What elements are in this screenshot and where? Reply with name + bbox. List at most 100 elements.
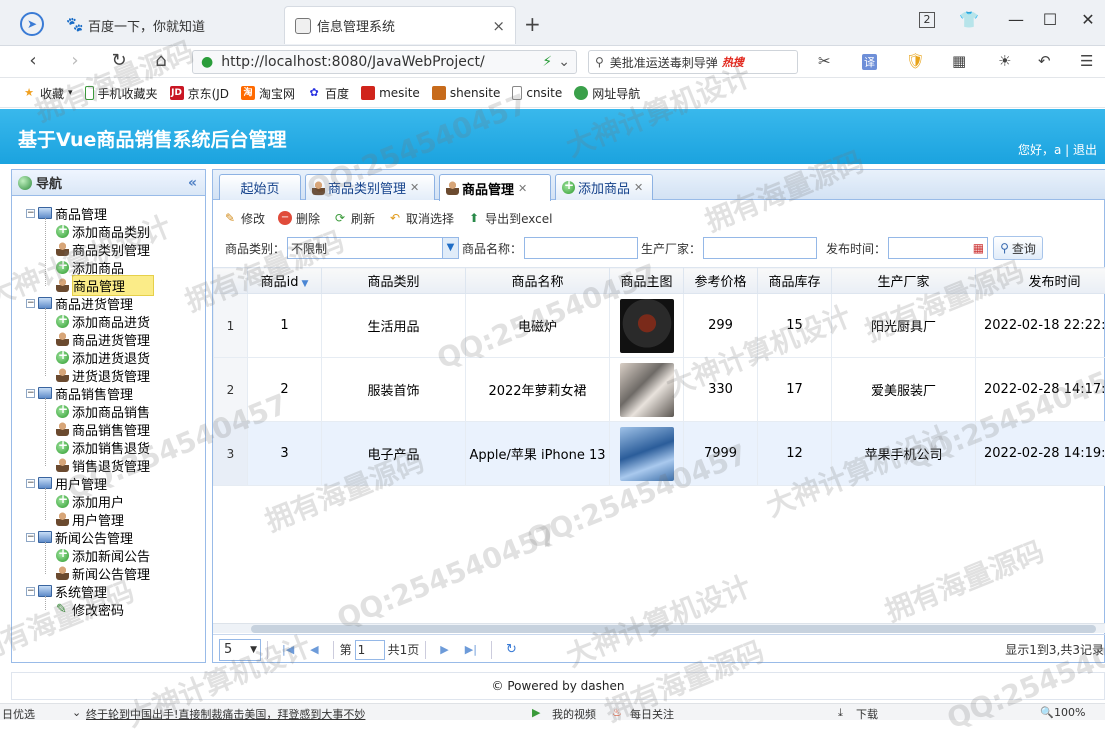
last-page-icon[interactable]: ▶| bbox=[465, 643, 477, 656]
bookmark-shensite[interactable]: shensite bbox=[432, 86, 501, 100]
product-name-input[interactable] bbox=[524, 237, 638, 259]
export-excel-button[interactable]: ⬆导出到excel bbox=[467, 210, 552, 227]
prev-page-icon[interactable]: ◀ bbox=[310, 643, 318, 656]
brightness-icon[interactable]: ☀ bbox=[998, 52, 1011, 70]
shield-icon[interactable]: 🛡 bbox=[906, 52, 925, 70]
column-header[interactable]: 生产厂家 bbox=[832, 268, 976, 294]
column-header[interactable]: 参考价格 bbox=[684, 268, 758, 294]
collapse-toggle-icon[interactable]: − bbox=[26, 587, 35, 596]
nav-item[interactable]: 商品进货管理 bbox=[56, 330, 150, 348]
nav-item[interactable]: 新闻公告管理 bbox=[56, 564, 150, 582]
calendar-icon[interactable]: ▦ bbox=[973, 241, 984, 255]
nav-item[interactable]: 商品销售管理 bbox=[56, 420, 150, 438]
home-icon[interactable]: ⌂ bbox=[148, 50, 174, 71]
new-tab-button[interactable]: + bbox=[524, 12, 541, 36]
browser-nav-icon[interactable]: ➤ bbox=[20, 12, 44, 36]
nav-item[interactable]: 添加商品进货 bbox=[56, 312, 150, 330]
page-size-select[interactable]: 5 ▼ bbox=[219, 639, 261, 661]
category-select[interactable]: 不限制 ▼ bbox=[287, 237, 459, 259]
chevron-down-icon[interactable]: ⌄ bbox=[558, 54, 570, 70]
chevron-down-icon[interactable]: ▼ bbox=[442, 238, 458, 258]
tab-add-product[interactable]: 添加商品✕ bbox=[555, 174, 653, 200]
browser-tab-active[interactable]: 信息管理系统 × bbox=[284, 6, 516, 44]
collapse-toggle-icon[interactable]: − bbox=[26, 389, 35, 398]
column-header[interactable]: 商品库存 bbox=[758, 268, 832, 294]
date-input[interactable]: ▦ bbox=[888, 237, 988, 259]
status-left[interactable]: 日优选 bbox=[2, 706, 35, 720]
scissors-icon[interactable]: ✂ bbox=[818, 52, 831, 70]
zoom-level[interactable]: 100% bbox=[1054, 706, 1085, 719]
browser-search-input[interactable]: ⚲ 美批准运送毒刺导弹 热搜 bbox=[588, 50, 798, 74]
unselect-button[interactable]: ↶取消选择 bbox=[388, 210, 454, 227]
tab-category-manage[interactable]: 商品类别管理✕ bbox=[305, 174, 435, 200]
nav-item[interactable]: 添加商品类别 bbox=[56, 222, 150, 240]
close-icon[interactable]: ✕ bbox=[410, 181, 419, 194]
nav-item[interactable]: 商品类别管理 bbox=[56, 240, 150, 258]
nav-group[interactable]: −商品管理 bbox=[26, 204, 107, 222]
column-header[interactable]: 商品id▼ bbox=[248, 268, 322, 294]
horizontal-scrollbar[interactable] bbox=[213, 623, 1105, 633]
refresh-button[interactable]: ⟳刷新 bbox=[333, 210, 375, 227]
nav-group[interactable]: −商品进货管理 bbox=[26, 294, 133, 312]
chevron-down-icon[interactable]: ⌄ bbox=[72, 706, 81, 719]
bookmark-favorites[interactable]: ★收藏▾ bbox=[22, 85, 73, 102]
menu-icon[interactable]: ☰ bbox=[1080, 52, 1093, 70]
collapse-toggle-icon[interactable]: − bbox=[26, 533, 35, 542]
table-row[interactable]: 11生活用品电磁炉29915阳光厨具厂2022-02-18 22:22:25 bbox=[214, 294, 1105, 358]
page-number-input[interactable]: 1 bbox=[355, 640, 385, 660]
daily-follow[interactable]: 每日关注 bbox=[630, 706, 674, 720]
collapse-toggle-icon[interactable]: − bbox=[26, 479, 35, 488]
nav-group[interactable]: −商品销售管理 bbox=[26, 384, 133, 402]
table-row[interactable]: 33电子产品Apple/苹果 iPhone 13799912苹果手机公司2022… bbox=[214, 422, 1105, 486]
undo-icon[interactable]: ↶ bbox=[1038, 52, 1051, 70]
bookmark-baidu[interactable]: ✿百度 bbox=[307, 85, 349, 102]
nav-item[interactable]: ✎修改密码 bbox=[56, 600, 124, 618]
collapse-icon[interactable]: « bbox=[188, 175, 197, 191]
shirt-icon[interactable]: 👕 bbox=[957, 10, 981, 29]
maker-input[interactable] bbox=[703, 237, 817, 259]
first-page-icon[interactable]: |◀ bbox=[282, 643, 294, 656]
bookmark-taobao[interactable]: 淘淘宝网 bbox=[241, 85, 295, 102]
edit-button[interactable]: ✎修改 bbox=[223, 210, 265, 227]
close-tab-icon[interactable]: × bbox=[492, 17, 505, 35]
logout-link[interactable]: 退出 bbox=[1073, 143, 1097, 157]
nav-group[interactable]: −用户管理 bbox=[26, 474, 107, 492]
bookmark-cnsite[interactable]: cnsite bbox=[512, 86, 562, 100]
close-window-icon[interactable]: ✕ bbox=[1076, 10, 1100, 29]
nav-item[interactable]: 销售退货管理 bbox=[56, 456, 150, 474]
tab-count-badge[interactable]: 2 bbox=[919, 12, 935, 28]
translate-icon[interactable]: 译 bbox=[862, 54, 877, 70]
reload-icon[interactable]: ↻ bbox=[106, 50, 132, 71]
nav-group[interactable]: −新闻公告管理 bbox=[26, 528, 133, 546]
nav-item[interactable]: 添加商品销售 bbox=[56, 402, 150, 420]
bookmark-mobile[interactable]: 手机收藏夹 bbox=[85, 85, 158, 102]
browser-tab-baidu[interactable]: 🐾 百度一下，你就知道 bbox=[56, 6, 280, 44]
nav-item[interactable]: 添加新闻公告 bbox=[56, 546, 150, 564]
bookmark-mesite[interactable]: mesite bbox=[361, 86, 420, 100]
lightning-icon[interactable]: ⚡ bbox=[542, 54, 552, 70]
news-ticker[interactable]: 终于轮到中国出手!直接制裁痛击美国，拜登感到大事不妙 bbox=[86, 706, 365, 720]
collapse-toggle-icon[interactable]: − bbox=[26, 299, 35, 308]
back-icon[interactable]: ‹ bbox=[20, 50, 46, 71]
nav-item[interactable]: 商品管理 bbox=[56, 276, 154, 294]
my-video[interactable]: 我的视频 bbox=[552, 706, 596, 720]
tab-home[interactable]: 起始页 bbox=[219, 174, 301, 200]
nav-item[interactable]: 添加销售退货 bbox=[56, 438, 150, 456]
table-row[interactable]: 22服装首饰2022年萝莉女裙33017爱美服装厂2022-02-28 14:1… bbox=[214, 358, 1105, 422]
column-header[interactable]: 商品主图 bbox=[610, 268, 684, 294]
nav-item[interactable]: 添加用户 bbox=[56, 492, 124, 510]
query-button[interactable]: ⚲ 查询 bbox=[993, 236, 1043, 260]
collapse-toggle-icon[interactable]: − bbox=[26, 209, 35, 218]
url-input[interactable]: ● http://localhost:8080/JavaWebProject/ … bbox=[192, 50, 577, 74]
download-label[interactable]: 下载 bbox=[856, 706, 878, 720]
nav-item[interactable]: 用户管理 bbox=[56, 510, 124, 528]
maximize-icon[interactable]: ☐ bbox=[1038, 10, 1062, 29]
nav-group[interactable]: −系统管理 bbox=[26, 582, 107, 600]
next-page-icon[interactable]: ▶ bbox=[440, 643, 448, 656]
nav-item[interactable]: 添加商品 bbox=[56, 258, 124, 276]
delete-button[interactable]: −删除 bbox=[278, 210, 320, 227]
close-icon[interactable]: ✕ bbox=[518, 182, 527, 195]
column-header[interactable]: 商品类别 bbox=[322, 268, 466, 294]
nav-item[interactable]: 进货退货管理 bbox=[56, 366, 150, 384]
column-header[interactable]: 商品名称 bbox=[466, 268, 610, 294]
